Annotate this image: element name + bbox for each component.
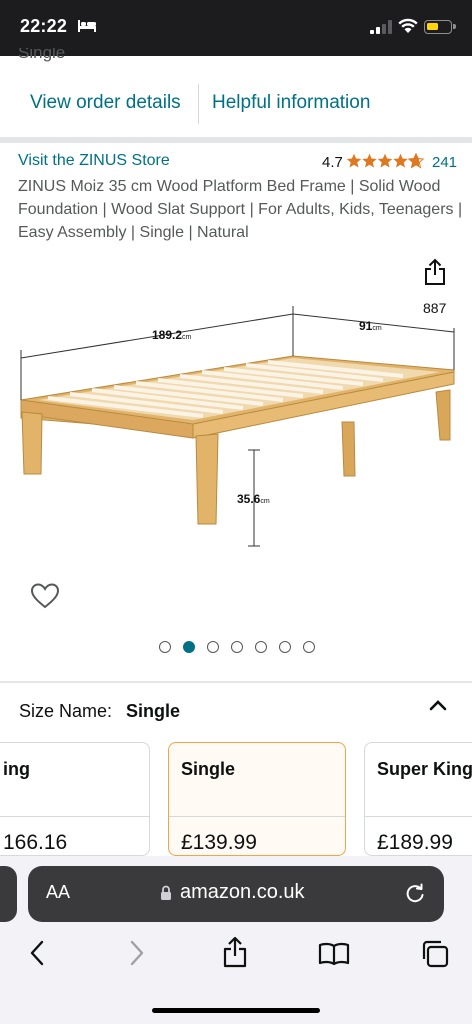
product-title: ZINUS Moiz 35 cm Wood Platform Bed Frame…	[18, 178, 463, 241]
wifi-icon	[398, 18, 418, 33]
size-option-price: 166.16	[3, 831, 68, 854]
sleep-focus-icon	[78, 20, 96, 32]
product-image-bed-frame[interactable]: 189.2cm 91cm 35.6cm	[8, 300, 468, 560]
battery-icon	[424, 20, 456, 34]
address-bar[interactable]: AA amazon.co.uk	[28, 866, 444, 922]
view-order-details-link[interactable]: View order details	[30, 92, 181, 114]
carousel-dot[interactable]	[303, 641, 315, 653]
home-indicator	[152, 1008, 320, 1013]
reload-icon[interactable]	[404, 882, 426, 904]
order-links-row: View order details Helpful information	[0, 80, 472, 124]
helpful-information-link[interactable]: Helpful information	[212, 92, 370, 114]
chevron-up-icon[interactable]	[428, 698, 448, 712]
rating-count-link[interactable]: 241	[432, 154, 457, 171]
size-option-price: £139.99	[181, 831, 257, 854]
size-option-super-king[interactable]: Super King £189.99	[364, 742, 472, 856]
share-icon[interactable]	[423, 258, 447, 286]
status-time: 22:22	[20, 16, 68, 36]
link-divider	[198, 84, 199, 124]
width-dimension-label: 91cm	[359, 319, 382, 333]
carousel-dot-active[interactable]	[183, 641, 195, 653]
size-option-name: Single	[181, 759, 236, 779]
size-name-label: Size Name:	[19, 701, 113, 721]
text-size-button[interactable]: AA	[46, 882, 70, 903]
carousel-dot[interactable]	[207, 641, 219, 653]
carousel-dot[interactable]	[279, 641, 291, 653]
size-option-name: ing	[3, 759, 30, 779]
previous-tab-stub[interactable]	[0, 866, 17, 922]
size-selected-value: Single	[126, 701, 181, 721]
size-option-name: Super King	[377, 759, 472, 779]
rating-value: 4.7	[322, 154, 343, 171]
status-bar: 22:22	[0, 0, 472, 56]
star-rating-icon[interactable]	[346, 153, 424, 169]
carousel-dot[interactable]	[159, 641, 171, 653]
size-option-price: £189.99	[377, 831, 453, 854]
size-option-king[interactable]: ing 166.16	[0, 742, 150, 856]
section-divider	[0, 137, 472, 143]
size-option-single[interactable]: Single £139.99	[168, 742, 346, 856]
cellular-signal-icon	[370, 20, 392, 34]
height-dimension-label: 35.6cm	[237, 492, 270, 506]
carousel-dot[interactable]	[231, 641, 243, 653]
image-carousel-dots[interactable]	[159, 640, 319, 654]
store-link[interactable]: Visit the ZINUS Store	[18, 152, 170, 170]
previous-section-text: Single	[18, 48, 66, 62]
back-icon[interactable]	[28, 940, 46, 966]
carousel-dot[interactable]	[255, 641, 267, 653]
lock-icon	[161, 885, 171, 900]
forward-icon[interactable]	[128, 940, 146, 966]
section-divider	[0, 681, 472, 683]
share-sheet-icon[interactable]	[222, 936, 248, 968]
bookmarks-icon[interactable]	[318, 942, 350, 966]
url-text[interactable]: amazon.co.uk	[180, 881, 305, 904]
tabs-icon[interactable]	[420, 939, 450, 969]
length-dimension-label: 189.2cm	[152, 328, 192, 342]
wishlist-heart-icon[interactable]	[30, 582, 60, 610]
